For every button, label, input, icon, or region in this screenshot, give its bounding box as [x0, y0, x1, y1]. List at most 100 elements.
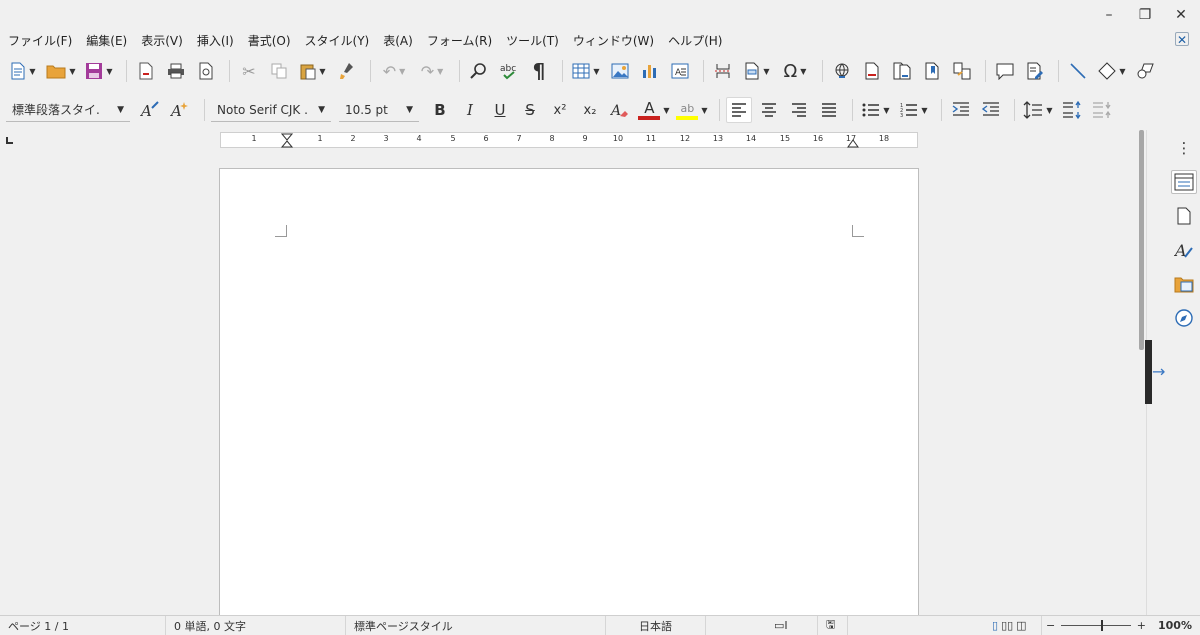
insert-image-button[interactable] [607, 58, 633, 84]
insert-special-char-button[interactable]: Ω ▼ [778, 58, 812, 84]
restore-button[interactable]: ❐ [1134, 7, 1156, 23]
zoom-out-button[interactable]: − [1046, 619, 1055, 632]
sidebar-collapse-handle[interactable] [1145, 340, 1152, 404]
insert-field-button[interactable]: ▼ [740, 58, 774, 84]
minimize-button[interactable]: – [1098, 7, 1120, 23]
font-color-button[interactable]: A ▼ [637, 97, 671, 123]
insert-bookmark-button[interactable] [919, 58, 945, 84]
cross-reference-icon [953, 62, 971, 80]
document-modified-status[interactable]: 🖫 [818, 615, 848, 635]
clear-formatting-button[interactable]: A [607, 97, 633, 123]
paragraph-style-combo[interactable]: 標準段落スタイ. ▼ [6, 98, 130, 122]
align-left-button[interactable] [726, 97, 752, 123]
document-page[interactable] [219, 168, 919, 635]
strikethrough-button[interactable]: S [517, 97, 543, 123]
decrease-indent-button[interactable] [978, 97, 1004, 123]
undo-button[interactable]: ↶ ▼ [377, 58, 411, 84]
close-document-button[interactable]: ✕ [1175, 32, 1189, 47]
vertical-scrollbar[interactable] [1139, 130, 1144, 350]
underline-button[interactable]: U [487, 97, 513, 123]
word-count[interactable]: 0 単語, 0 文字 [166, 615, 346, 635]
insert-page-break-button[interactable] [710, 58, 736, 84]
clone-formatting-button[interactable] [334, 58, 360, 84]
sidebar-navigator-button[interactable] [1171, 306, 1197, 330]
bullet-list-button[interactable]: ▼ [859, 97, 893, 123]
print-button[interactable] [163, 58, 189, 84]
selection-mode-icon[interactable]: ▭I [774, 619, 788, 632]
left-indent-marker-icon[interactable] [281, 133, 293, 148]
open-button[interactable]: ▼ [44, 58, 78, 84]
align-right-button[interactable] [786, 97, 812, 123]
horizontal-ruler[interactable]: 1 1 2 3 4 5 6 7 8 9 10 11 12 13 14 15 16… [220, 132, 918, 148]
redo-button[interactable]: ↷ ▼ [415, 58, 449, 84]
page-style-status[interactable]: 標準ページスタイル [346, 615, 606, 635]
sidebar-gallery-button[interactable] [1171, 272, 1197, 296]
insert-mode-status[interactable]: ▭I [766, 615, 818, 635]
new-document-button[interactable]: ▼ [6, 58, 40, 84]
menu-form[interactable]: フォーム(R) [427, 32, 492, 49]
find-replace-button[interactable] [466, 58, 492, 84]
export-pdf-button[interactable] [133, 58, 159, 84]
copy-button[interactable] [266, 58, 292, 84]
draw-functions-button[interactable] [1133, 58, 1159, 84]
cut-button[interactable]: ✂ [236, 58, 262, 84]
italic-button[interactable]: I [457, 97, 483, 123]
insert-hyperlink-button[interactable] [829, 58, 855, 84]
zoom-in-button[interactable]: + [1137, 619, 1146, 632]
superscript-button[interactable]: x² [547, 97, 573, 123]
spelling-button[interactable]: abc [496, 58, 522, 84]
numbered-list-button[interactable]: 1 2 3 ▼ [897, 97, 931, 123]
menu-table[interactable]: 表(A) [383, 32, 413, 49]
insert-line-button[interactable] [1065, 58, 1091, 84]
menu-file[interactable]: ファイル(F) [8, 32, 72, 49]
insert-cross-reference-button[interactable] [949, 58, 975, 84]
insert-comment-button[interactable] [992, 58, 1018, 84]
multi-page-view-icon[interactable]: ▯▯ [1001, 619, 1013, 632]
sidebar-page-button[interactable] [1171, 204, 1197, 228]
increase-paragraph-spacing-button[interactable] [1059, 97, 1085, 123]
update-style-button[interactable]: A [138, 97, 164, 123]
menu-window[interactable]: ウィンドウ(W) [573, 32, 654, 49]
sidebar-properties-button[interactable] [1171, 170, 1197, 194]
zoom-slider[interactable] [1061, 620, 1131, 631]
close-window-button[interactable]: ✕ [1170, 7, 1192, 23]
formatting-marks-button[interactable]: ¶ [526, 58, 552, 84]
expand-sidebar-icon[interactable]: → [1152, 362, 1165, 381]
font-size-combo[interactable]: 10.5 pt ▼ [339, 98, 419, 122]
track-changes-button[interactable] [1022, 58, 1048, 84]
menu-insert[interactable]: 挿入(I) [197, 32, 234, 49]
zoom-percent[interactable]: 100% [1150, 616, 1200, 635]
print-preview-button[interactable] [193, 58, 219, 84]
paste-button[interactable]: ▼ [296, 58, 330, 84]
insert-textbox-button[interactable]: A [667, 58, 693, 84]
single-page-view-icon[interactable]: ▯ [992, 619, 998, 632]
insert-table-button[interactable]: ▼ [569, 58, 603, 84]
save-button[interactable]: ▼ [82, 58, 116, 84]
book-view-icon[interactable]: ◫ [1016, 619, 1026, 632]
menu-tools[interactable]: ツール(T) [506, 32, 559, 49]
menu-styles[interactable]: スタイル(Y) [305, 32, 370, 49]
line-spacing-button[interactable]: ▼ [1021, 97, 1055, 123]
increase-indent-button[interactable] [948, 97, 974, 123]
new-style-button[interactable]: A [168, 97, 194, 123]
tab-stop-selector[interactable] [6, 137, 13, 144]
bold-button[interactable]: B [427, 97, 453, 123]
sidebar-menu-button[interactable]: ⋮ [1171, 136, 1197, 160]
page-count[interactable]: ページ 1 / 1 [0, 615, 166, 635]
menu-view[interactable]: 表示(V) [141, 32, 183, 49]
sidebar-styles-button[interactable]: A [1171, 238, 1197, 262]
subscript-button[interactable]: x₂ [577, 97, 603, 123]
align-center-button[interactable] [756, 97, 782, 123]
decrease-paragraph-spacing-button[interactable] [1089, 97, 1115, 123]
insert-footnote-button[interactable] [859, 58, 885, 84]
language-status[interactable]: 日本語 [606, 615, 706, 635]
justify-button[interactable] [816, 97, 842, 123]
menu-help[interactable]: ヘルプ(H) [668, 32, 722, 49]
menu-format[interactable]: 書式(O) [248, 32, 291, 49]
highlight-color-button[interactable]: ab ▼ [675, 97, 709, 123]
insert-chart-button[interactable] [637, 58, 663, 84]
font-name-combo[interactable]: Noto Serif CJK . ▼ [211, 98, 331, 122]
insert-endnote-button[interactable] [889, 58, 915, 84]
menu-edit[interactable]: 編集(E) [86, 32, 127, 49]
basic-shapes-button[interactable]: ▼ [1095, 58, 1129, 84]
